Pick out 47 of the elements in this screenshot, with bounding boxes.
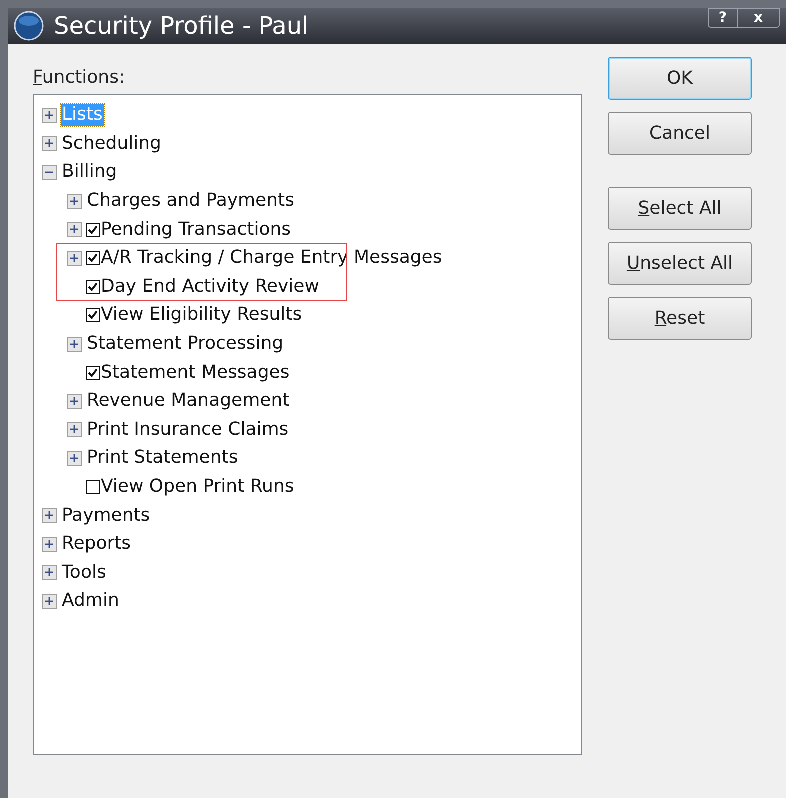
expand-icon[interactable] [42,136,57,152]
expand-icon[interactable] [42,565,57,580]
tree-item[interactable]: Payments [61,504,152,527]
tree-item[interactable]: Day End Activity Review [100,276,320,298]
help-button[interactable]: ? [708,9,737,27]
expand-icon[interactable] [67,222,82,238]
checkbox[interactable] [86,251,100,266]
dialog-button[interactable]: OK [608,57,752,100]
expand-icon[interactable] [67,250,82,266]
tree-item[interactable]: Admin [61,590,120,612]
tree-item[interactable]: Statement Messages [100,362,291,384]
expand-icon[interactable] [42,536,57,552]
expand-icon[interactable] [42,108,57,123]
tree-item[interactable]: View Eligibility Results [100,304,304,326]
tree-item[interactable]: Print Statements [86,447,240,470]
tree-item[interactable]: Scheduling [61,132,162,155]
expand-icon[interactable] [67,422,82,438]
tree-item[interactable]: Tools [61,562,108,584]
expand-icon[interactable] [67,336,82,352]
checkbox[interactable] [86,480,100,494]
expand-icon[interactable] [42,594,57,609]
functions-label: Functions: [33,66,126,90]
tree-item[interactable]: Revenue Management [86,390,291,412]
window-title: Security Profile - Paul [54,14,309,38]
tree-item[interactable]: Statement Processing [86,333,285,356]
expand-icon[interactable] [42,508,57,524]
checkbox[interactable] [86,366,100,380]
tree-item[interactable]: Charges and Payments [86,190,296,212]
dialog-button[interactable]: Select All [608,187,752,230]
expand-icon[interactable] [67,394,82,409]
tree-view[interactable] [33,94,582,755]
dialog-button[interactable]: Cancel [608,112,752,155]
tree-item[interactable]: Reports [61,533,132,556]
logo-icon [14,11,44,41]
checkbox[interactable] [86,222,100,237]
checkbox[interactable] [86,280,100,294]
tree-item[interactable]: Print Insurance Claims [86,418,290,441]
expand-icon[interactable] [67,450,82,466]
tree-item[interactable]: Pending Transactions [100,218,292,241]
collapse-icon[interactable] [42,164,57,180]
expand-icon[interactable] [67,194,82,209]
close-button[interactable]: x [736,9,779,27]
tree-item[interactable]: View Open Print Runs [100,476,296,498]
dialog-button[interactable]: Unselect All [608,242,752,285]
tree-item[interactable]: Billing [61,161,118,184]
checkbox[interactable] [86,308,100,322]
dialog-button[interactable]: Reset [608,297,752,340]
